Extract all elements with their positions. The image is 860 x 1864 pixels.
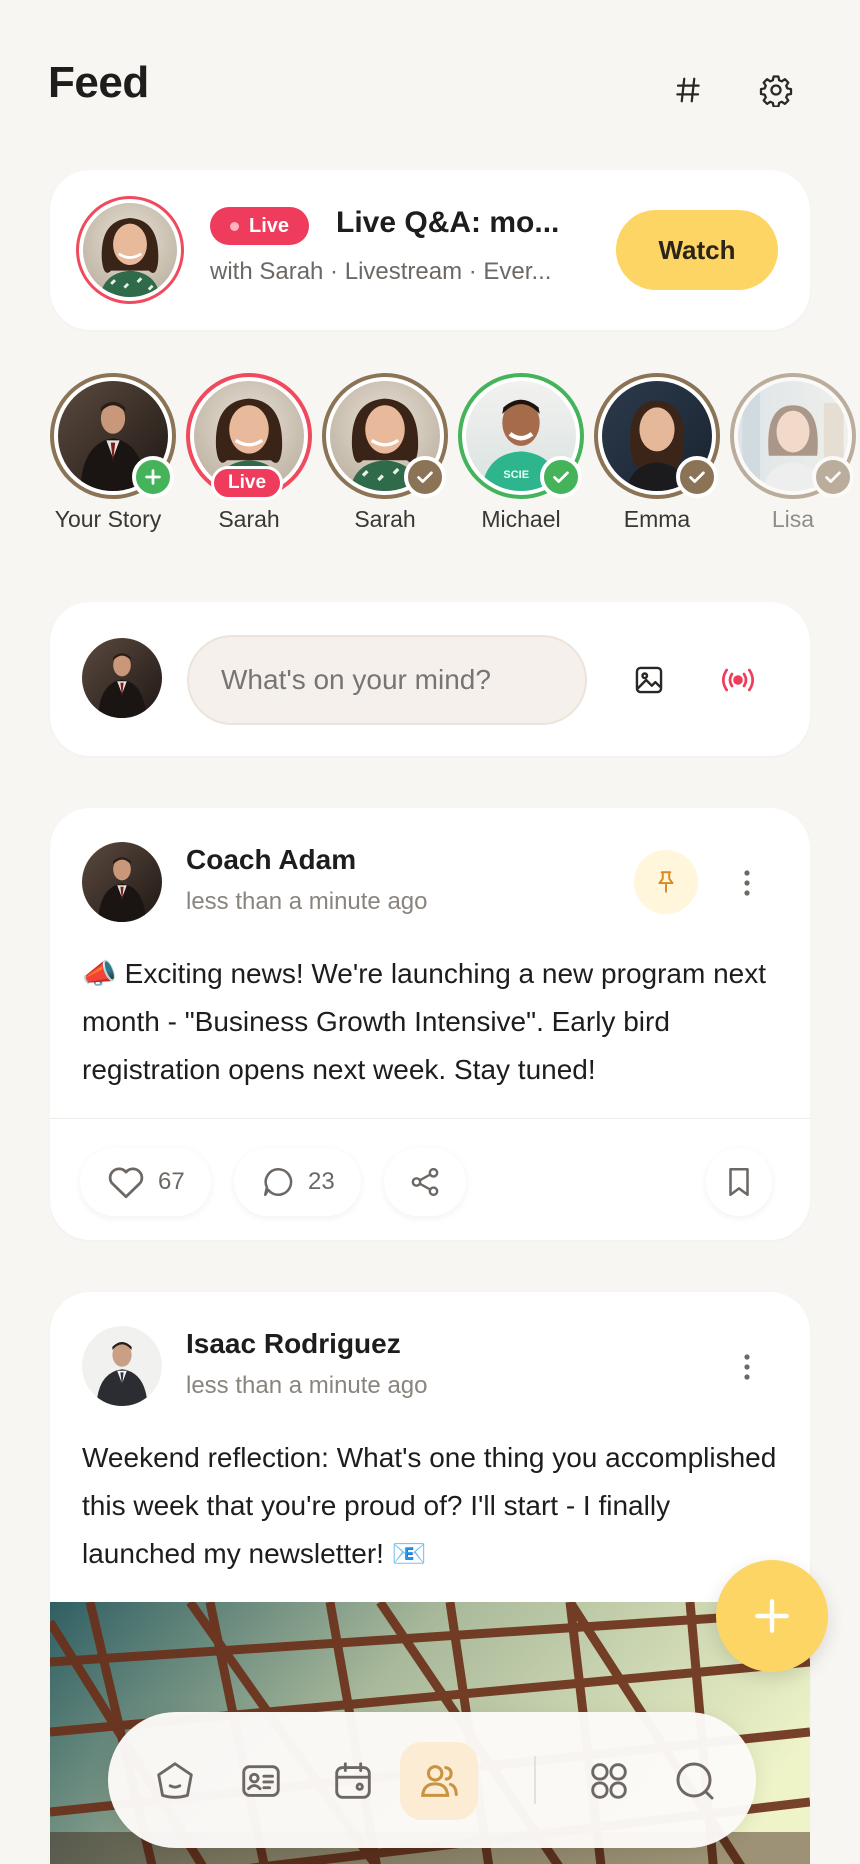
check-icon	[404, 456, 446, 498]
like-button[interactable]: 67	[80, 1148, 211, 1216]
broadcast-icon	[722, 668, 754, 692]
hashtag-icon	[676, 77, 700, 103]
add-story-icon[interactable]	[132, 456, 174, 498]
nav-contacts[interactable]	[222, 1742, 300, 1820]
story-name: Emma	[623, 506, 691, 532]
header: Feed	[0, 0, 860, 160]
community-icon	[421, 1765, 458, 1797]
page-title: Feed	[48, 58, 149, 107]
go-live-button[interactable]	[713, 655, 763, 705]
calendar-icon	[335, 1762, 371, 1799]
nav-apps[interactable]	[570, 1742, 648, 1820]
story-name: Michael	[481, 506, 561, 532]
heart-icon	[108, 1167, 144, 1199]
stories-row: Your Story Live Sarah Sarah Michael Emma…	[0, 370, 860, 540]
nav-search[interactable]	[656, 1742, 734, 1820]
bookmark-button[interactable]	[706, 1148, 772, 1216]
avatar[interactable]	[82, 1326, 162, 1406]
live-subtitle: with Sarah · Livestream · Ever...	[210, 258, 552, 285]
image-icon	[635, 666, 663, 694]
settings-button[interactable]	[754, 68, 798, 112]
story-name: Sarah	[218, 506, 280, 532]
comment-button[interactable]: 23	[234, 1148, 361, 1216]
more-vertical-icon	[744, 1354, 750, 1380]
pin-icon	[658, 871, 674, 893]
check-icon	[676, 456, 718, 498]
check-icon	[540, 456, 582, 498]
plus-icon	[755, 1599, 789, 1633]
bottom-nav	[108, 1712, 756, 1848]
avatar[interactable]	[82, 842, 162, 922]
story-name: Your Story	[54, 506, 162, 532]
create-post-button[interactable]	[716, 1560, 828, 1672]
more-button[interactable]	[732, 858, 762, 908]
live-badge-label: Live	[249, 214, 290, 237]
contact-card-icon	[242, 1765, 280, 1797]
live-banner[interactable]: Live Live Q&A: mo... with Sarah · Livest…	[50, 170, 810, 330]
share-button[interactable]	[384, 1148, 466, 1216]
nav-divider	[534, 1756, 536, 1804]
hashtag-button[interactable]	[666, 68, 710, 112]
post-text: Weekend reflection: What's one thing you…	[82, 1442, 777, 1569]
apps-icon	[591, 1763, 627, 1799]
post-card: Coach Adam less than a minute ago 📣 Exci…	[50, 808, 810, 1240]
gear-icon	[759, 75, 793, 107]
search-icon	[676, 1762, 714, 1800]
home-icon	[157, 1762, 193, 1799]
divider	[50, 1118, 810, 1119]
post-composer	[50, 602, 810, 756]
host-avatar[interactable]	[76, 196, 184, 304]
post-text: 📣 Exciting news! We're launching a new p…	[82, 958, 767, 1085]
add-image-button[interactable]	[624, 655, 674, 705]
more-vertical-icon	[744, 870, 750, 896]
post-author[interactable]: Coach Adam	[186, 844, 356, 876]
live-title: Live Q&A: mo...	[336, 206, 560, 239]
nav-home[interactable]	[136, 1742, 214, 1820]
post-time: less than a minute ago	[186, 888, 428, 915]
story-live-badge: Live	[211, 466, 284, 500]
story-name: Lisa	[771, 506, 815, 532]
pin-button[interactable]	[634, 850, 698, 914]
comment-icon	[263, 1167, 293, 1197]
nav-calendar[interactable]	[314, 1742, 392, 1820]
check-icon	[812, 456, 854, 498]
bookmark-icon	[729, 1167, 749, 1197]
watch-button[interactable]: Watch	[616, 210, 778, 290]
more-button[interactable]	[732, 1342, 762, 1392]
post-input[interactable]	[187, 635, 587, 725]
story-name: Sarah	[354, 506, 416, 532]
like-count: 67	[158, 1168, 185, 1195]
live-badge: Live	[210, 207, 310, 245]
post-author[interactable]: Isaac Rodriguez	[186, 1328, 401, 1360]
nav-community[interactable]	[400, 1742, 478, 1820]
comment-count: 23	[308, 1168, 335, 1195]
avatar	[82, 638, 162, 718]
live-dot-icon	[230, 221, 239, 231]
post-time: less than a minute ago	[186, 1372, 428, 1399]
share-icon	[411, 1167, 439, 1197]
